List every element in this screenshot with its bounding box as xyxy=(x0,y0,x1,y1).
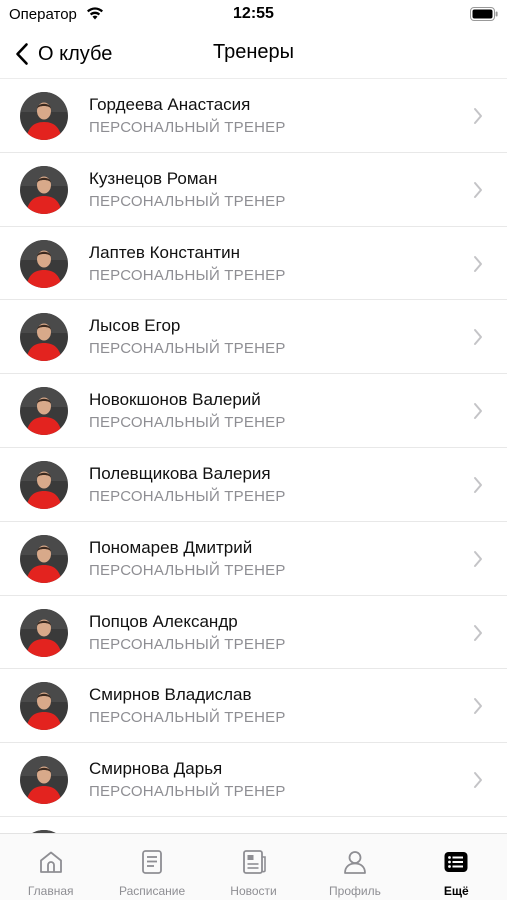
back-chevron-icon xyxy=(16,43,28,65)
trainer-role: ПЕРСОНАЛЬНЫЙ ТРЕНЕР xyxy=(89,119,286,136)
back-button-label: О клубе xyxy=(38,42,113,65)
trainer-row[interactable]: Гордеева Анастасия ПЕРСОНАЛЬНЫЙ ТРЕНЕР xyxy=(0,79,507,153)
chevron-right-icon xyxy=(474,772,482,789)
news-icon xyxy=(242,850,266,874)
trainer-avatar xyxy=(20,387,68,436)
chevron-right-icon xyxy=(474,624,482,641)
trainer-role: ПЕРСОНАЛЬНЫЙ ТРЕНЕР xyxy=(89,561,286,579)
clock: 12:55 xyxy=(233,5,274,22)
nav-bar: О клубе Тренеры xyxy=(0,30,507,78)
home-icon xyxy=(39,851,62,873)
chevron-right-icon xyxy=(474,403,482,420)
chevron-right-icon xyxy=(474,108,482,124)
tab-bar: Главная Расписание Новости Профиль Ещё xyxy=(0,833,507,900)
trainer-row[interactable]: Попцов Александр ПЕРСОНАЛЬНЫЙ ТРЕНЕР xyxy=(0,596,507,670)
tab-home-label: Главная xyxy=(27,884,74,898)
tab-schedule-label: Расписание xyxy=(119,884,186,898)
profile-icon xyxy=(344,851,366,874)
tab-profile-label: Профиль xyxy=(329,884,381,898)
trainer-name: Смирнова Дарья xyxy=(89,759,223,779)
trainer-name: Новокшонов Валерий xyxy=(89,390,261,410)
tab-more[interactable]: Ещё xyxy=(406,834,507,900)
chevron-right-icon xyxy=(474,698,482,715)
tab-schedule[interactable]: Расписание xyxy=(101,834,202,900)
trainer-name: Попцов Александр xyxy=(89,611,238,631)
trainer-row[interactable]: Новокшонов Валерий ПЕРСОНАЛЬНЫЙ ТРЕНЕР xyxy=(0,374,507,448)
trainer-avatar xyxy=(20,460,68,509)
trainer-row[interactable]: Кузнецов Роман ПЕРСОНАЛЬНЫЙ ТРЕНЕР xyxy=(0,153,507,227)
trainer-role: ПЕРСОНАЛЬНЫЙ ТРЕНЕР xyxy=(89,487,286,505)
status-bar: Оператор 12:55 xyxy=(0,0,507,30)
trainer-role: ПЕРСОНАЛЬНЫЙ ТРЕНЕР xyxy=(89,192,286,210)
trainer-avatar xyxy=(20,313,68,362)
trainer-avatar xyxy=(20,756,68,805)
trainer-row[interactable]: Смирнов Владислав ПЕРСОНАЛЬНЫЙ ТРЕНЕР xyxy=(0,669,507,744)
battery-icon xyxy=(470,7,498,21)
more-icon xyxy=(444,852,468,872)
trainer-role: ПЕРСОНАЛЬНЫЙ ТРЕНЕР xyxy=(89,414,286,432)
trainer-avatar xyxy=(20,92,68,140)
trainer-role: ПЕРСОНАЛЬНЫЙ ТРЕНЕР xyxy=(89,709,286,727)
trainer-name: Лысов Егор xyxy=(89,316,181,336)
trainer-name: Полевщикова Валерия xyxy=(89,463,271,483)
chevron-right-icon xyxy=(474,181,482,198)
trainer-avatar xyxy=(20,682,68,731)
trainer-name: Лаптев Константин xyxy=(89,242,240,262)
tab-profile[interactable]: Профиль xyxy=(304,834,405,900)
trainer-name: Смирнов Владислав xyxy=(89,685,252,705)
trainer-role: ПЕРСОНАЛЬНЫЙ ТРЕНЕР xyxy=(89,340,286,358)
trainer-row[interactable]: Лаптев Константин ПЕРСОНАЛЬНЫЙ ТРЕНЕР xyxy=(0,227,507,301)
tab-home[interactable]: Главная xyxy=(0,834,101,900)
trainer-row[interactable]: Стрябова ВладаПЕРСОНАЛЬНЫЙ ТРЕНЕР xyxy=(0,817,507,833)
trainer-avatar xyxy=(20,608,68,657)
trainer-avatar xyxy=(20,165,68,214)
trainer-name: Кузнецов Роман xyxy=(89,168,218,188)
chevron-right-icon xyxy=(474,329,482,346)
trainer-row[interactable]: Полевщикова Валерия ПЕРСОНАЛЬНЫЙ ТРЕНЕР xyxy=(0,448,507,522)
chevron-right-icon xyxy=(474,550,482,567)
trainer-list: Гордеева Анастасия ПЕРСОНАЛЬНЫЙ ТРЕНЕР Куз… xyxy=(0,79,507,833)
schedule-icon xyxy=(142,850,163,874)
trainer-name: Гордеева Анастасия xyxy=(89,95,251,114)
trainer-avatar xyxy=(20,534,68,583)
trainer-row[interactable]: Пономарев Дмитрий ПЕРСОНАЛЬНЫЙ ТРЕНЕР xyxy=(0,522,507,596)
trainer-role: ПЕРСОНАЛЬНЫЙ ТРЕНЕР xyxy=(89,266,286,284)
trainer-row[interactable]: Лысов Егор ПЕРСОНАЛЬНЫЙ ТРЕНЕР xyxy=(0,300,507,375)
tab-news[interactable]: Новости xyxy=(203,834,304,900)
trainer-name: Пономарев Дмитрий xyxy=(89,537,253,557)
back-button[interactable]: О клубе xyxy=(14,38,112,70)
trainer-role: ПЕРСОНАЛЬНЫЙ ТРЕНЕР xyxy=(89,635,286,653)
trainer-row[interactable]: Смирнова Дарья ПЕРСОНАЛЬНЫЙ ТРЕНЕР xyxy=(0,743,507,817)
tab-news-label: Новости xyxy=(230,884,277,898)
tab-more-label: Ещё xyxy=(443,884,469,898)
trainer-role: ПЕРСОНАЛЬНЫЙ ТРЕНЕР xyxy=(89,783,286,801)
trainer-avatar xyxy=(20,239,68,288)
chevron-right-icon xyxy=(474,476,482,493)
chevron-right-icon xyxy=(474,255,482,272)
